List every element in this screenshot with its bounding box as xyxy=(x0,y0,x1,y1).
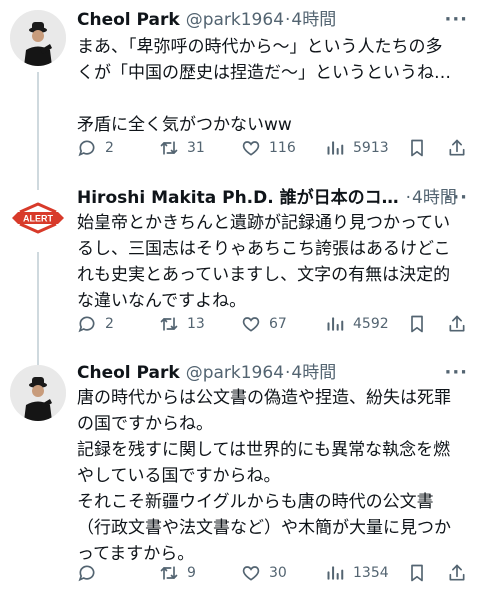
repost-button[interactable]: 31 xyxy=(159,136,205,160)
more-options-icon[interactable]: ··· xyxy=(444,8,468,32)
share-button[interactable] xyxy=(447,136,475,160)
tweet-text-line: くが「中国の歴史は捏造だ〜」というというね… xyxy=(77,63,451,83)
tweet-header: Cheol Park @park1964 · 4時間 xyxy=(77,8,470,32)
reply-button[interactable] xyxy=(77,561,105,585)
tweet-text-line: 記録を残すに関しては世界的にも異常な執念を燃 xyxy=(77,440,451,460)
bookmark-icon xyxy=(411,139,423,157)
like-icon xyxy=(242,141,260,156)
repost-count: 13 xyxy=(187,316,205,332)
tweet-text-line: 唐の時代からは公文書の偽造や捏造、紛失は死罪 xyxy=(77,388,451,408)
tweet-text-line: の国ですからね。 xyxy=(77,414,213,434)
reply-count: 2 xyxy=(105,316,114,332)
view-count: 4592 xyxy=(353,316,389,332)
display-name[interactable]: Cheol Park xyxy=(77,361,180,385)
tweet-text: 唐の時代からは公文書の偽造や捏造、紛失は死罪 の国ですからね。 記録を残すに関し… xyxy=(77,385,474,567)
like-button[interactable]: 30 xyxy=(241,561,287,585)
display-name[interactable]: Cheol Park xyxy=(77,8,180,32)
thread-line xyxy=(37,355,39,365)
separator-dot: · xyxy=(405,188,412,208)
avatar[interactable]: ALERT xyxy=(10,190,66,246)
views-button[interactable]: 1354 xyxy=(325,561,389,585)
repost-count: 31 xyxy=(187,140,205,156)
views-icon xyxy=(327,317,344,331)
more-options-icon[interactable]: ··· xyxy=(444,186,468,210)
thread-line xyxy=(37,252,39,355)
view-count: 5913 xyxy=(353,140,389,156)
reply-count: 2 xyxy=(105,140,114,156)
tweet-header: Hiroshi Makita Ph.D. 誰が日本のコ… · 4時間 xyxy=(77,186,470,210)
reply-icon xyxy=(78,316,95,333)
tweet-text-line: 矛盾に全く気がつかないww xyxy=(77,115,292,135)
bookmark-button[interactable] xyxy=(407,561,435,585)
views-button[interactable]: 5913 xyxy=(325,136,389,160)
reply-icon xyxy=(78,565,95,582)
tweet-text-line: （行政文書や法文書など）や木簡が大量に見つか xyxy=(77,518,451,538)
action-bar: 9 30 1354 xyxy=(77,561,470,585)
bookmark-icon xyxy=(411,315,423,333)
tweet-2[interactable]: ALERT Hiroshi Makita Ph.D. 誰が日本のコ… · 4時間… xyxy=(0,180,480,355)
views-icon xyxy=(327,566,344,580)
like-button[interactable]: 116 xyxy=(241,136,296,160)
tweet-text: まあ、「卑弥呼の時代から〜」という人たちの多 くが「中国の歴史は捏造だ〜」という… xyxy=(77,34,474,138)
tweet-text-line: 始皇帝とかきちんと遺跡が記録通り見つかってい xyxy=(77,213,451,233)
reply-button[interactable]: 2 xyxy=(77,136,114,160)
tweet-text-line: るし、三国志はそりゃあちこち誇張はあるけどこ xyxy=(77,239,451,259)
repost-button[interactable]: 9 xyxy=(159,561,196,585)
tweet-3[interactable]: Cheol Park @park1964 · 4時間 ··· 唐の時代からは公文… xyxy=(0,355,480,595)
like-button[interactable]: 67 xyxy=(241,312,287,336)
tweet-text-line: れも史実とあっていますし、文字の有無は決定的 xyxy=(77,265,451,285)
reply-button[interactable]: 2 xyxy=(77,312,114,336)
avatar[interactable] xyxy=(10,365,66,421)
like-icon xyxy=(242,317,260,332)
alert-logo-text: ALERT xyxy=(23,214,53,224)
like-count: 67 xyxy=(269,316,287,332)
share-icon xyxy=(449,564,465,581)
repost-icon xyxy=(160,566,178,580)
views-button[interactable]: 4592 xyxy=(325,312,389,336)
bookmark-button[interactable] xyxy=(407,312,435,336)
share-icon xyxy=(449,315,465,332)
like-count: 116 xyxy=(269,140,296,156)
more-options-icon[interactable]: ··· xyxy=(444,361,468,385)
tweet-text-line: な違いなんですよね。 xyxy=(77,291,247,311)
views-icon xyxy=(327,141,344,155)
repost-icon xyxy=(160,317,178,331)
timestamp[interactable]: 4時間 xyxy=(291,8,336,32)
tweet-text-line: やしている国ですからね。 xyxy=(77,466,281,486)
thread-line xyxy=(37,72,39,180)
separator-dot: · xyxy=(285,10,291,30)
bookmark-button[interactable] xyxy=(407,136,435,160)
repost-button[interactable]: 13 xyxy=(159,312,205,336)
like-count: 30 xyxy=(269,565,287,581)
like-icon xyxy=(242,566,260,581)
tweet-text-line: まあ、「卑弥呼の時代から〜」という人たちの多 xyxy=(77,37,443,57)
action-bar: 2 31 116 5913 xyxy=(77,136,470,160)
avatar[interactable] xyxy=(10,10,66,66)
share-button[interactable] xyxy=(447,312,475,336)
repost-icon xyxy=(160,141,178,155)
share-icon xyxy=(449,139,465,156)
bookmark-icon xyxy=(411,564,423,582)
tweet-header: Cheol Park @park1964 · 4時間 xyxy=(77,361,470,385)
user-handle[interactable]: @park1964 xyxy=(186,8,284,32)
tweet-text: 始皇帝とかきちんと遺跡が記録通り見つかってい るし、三国志はそりゃあちこち誇張は… xyxy=(77,210,474,314)
tweet-text-line: それこそ新疆ウイグルからも唐の時代の公文書 xyxy=(77,492,434,512)
display-name[interactable]: Hiroshi Makita Ph.D. 誰が日本のコ… xyxy=(77,186,399,210)
action-bar: 2 13 67 4592 xyxy=(77,312,470,336)
share-button[interactable] xyxy=(447,561,475,585)
thread-line xyxy=(37,180,39,190)
user-handle[interactable]: @park1964 xyxy=(186,361,284,385)
view-count: 1354 xyxy=(353,565,389,581)
separator-dot: · xyxy=(285,363,291,383)
reply-icon xyxy=(78,140,95,157)
repost-count: 9 xyxy=(187,565,196,581)
timestamp[interactable]: 4時間 xyxy=(291,361,336,385)
tweet-1[interactable]: Cheol Park @park1964 · 4時間 ··· まあ、「卑弥呼の時… xyxy=(0,0,480,180)
